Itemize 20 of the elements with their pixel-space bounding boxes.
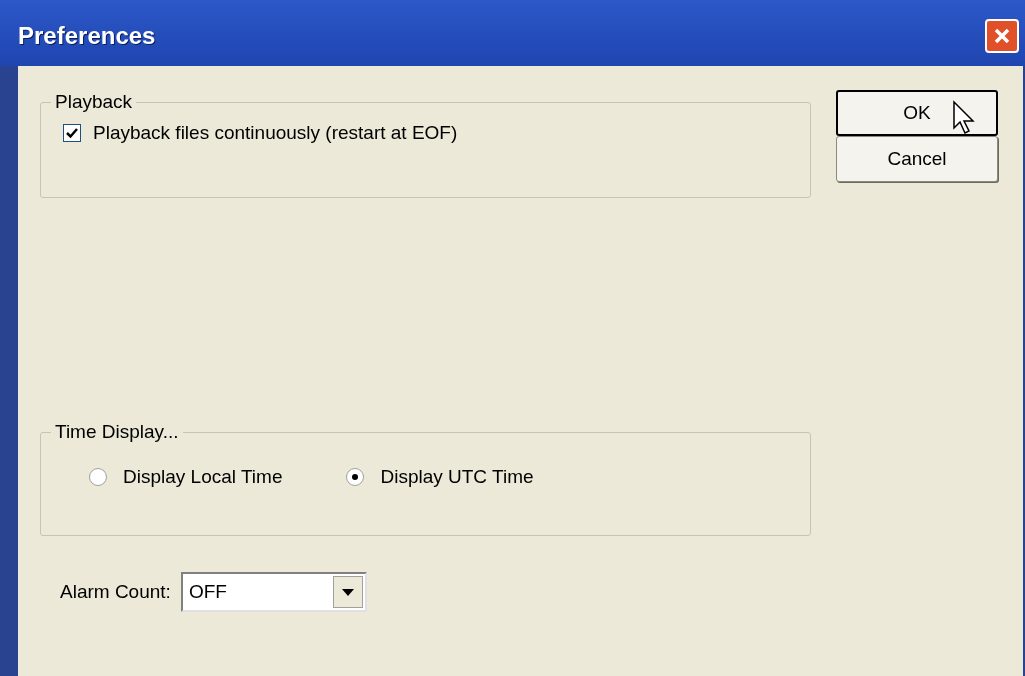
alarm-count-dropdown[interactable]: OFF xyxy=(180,572,367,612)
group-label: Time Display... xyxy=(54,420,180,444)
radio-button[interactable] xyxy=(346,467,365,486)
radio-label: Display UTC Time xyxy=(380,464,534,489)
radio-label: Display Local Time xyxy=(123,464,283,489)
dropdown-arrow-button[interactable] xyxy=(332,576,363,608)
dropdown-value: OFF xyxy=(188,579,227,604)
mouse-pointer-icon xyxy=(952,100,978,136)
dialog-button[interactable]: Cancel xyxy=(836,136,998,182)
close-button[interactable] xyxy=(985,19,1019,53)
radio-button[interactable] xyxy=(89,467,107,486)
close-icon xyxy=(993,27,1011,45)
checkbox-label: Playback files continuously (restart at EOF) xyxy=(93,120,458,145)
checkbox[interactable] xyxy=(63,123,81,142)
window-title: Preferences xyxy=(18,21,156,51)
caret-icon xyxy=(341,588,354,596)
dialog-button[interactable]: OK xyxy=(836,90,998,136)
field-label: Alarm Count: xyxy=(60,579,171,604)
checkmark-icon xyxy=(66,126,78,139)
group-label: Playback xyxy=(54,90,134,114)
